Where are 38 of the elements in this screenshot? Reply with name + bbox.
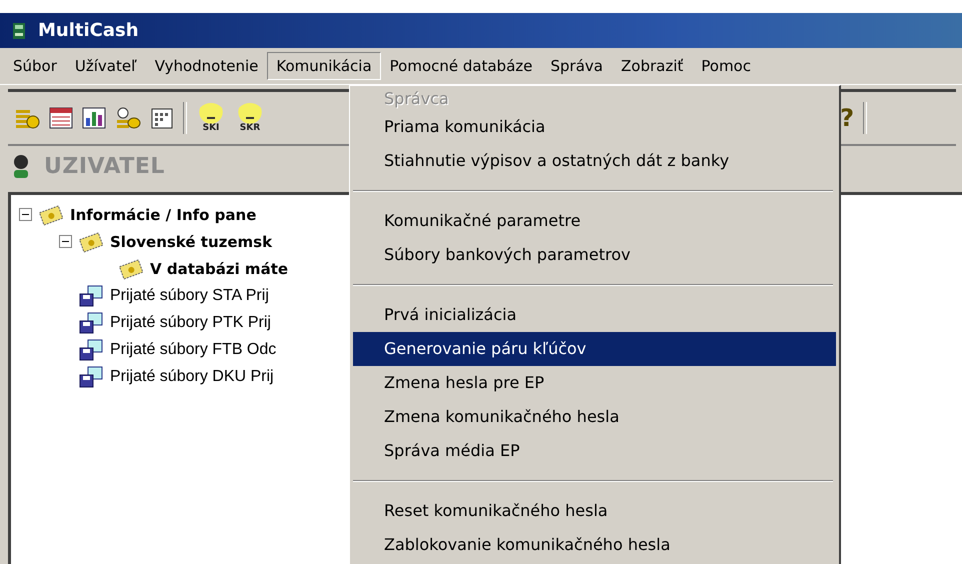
menu-option[interactable]: Zablokovanie komunikačného hesla <box>350 528 839 562</box>
user-name: UZIVATEL <box>44 154 165 178</box>
tree-item[interactable]: Prijaté súbory STA Prij <box>110 286 269 304</box>
menu-option[interactable]: Komunikačné parametre <box>350 204 839 238</box>
table-icon[interactable] <box>49 106 73 130</box>
menu-option[interactable]: Reset komunikačného hesla <box>350 494 839 528</box>
tree-item[interactable]: Prijaté súbory FTB Odc <box>110 340 276 358</box>
tree-item[interactable]: Prijaté súbory PTK Prij <box>110 314 271 332</box>
menu-option[interactable]: Súbory bankových parametrov <box>350 238 839 272</box>
menu-item[interactable]: Komunikácia <box>267 52 381 80</box>
menu-item[interactable]: Vyhodnotenie <box>146 52 268 80</box>
tree-item[interactable]: Prijaté súbory DKU Prij <box>110 368 274 386</box>
app-icon <box>12 22 26 40</box>
toolbar-button[interactable]: SKR <box>235 103 265 133</box>
menu-option[interactable]: Zmena komunikačného hesla <box>350 400 839 434</box>
tree-item[interactable]: Slovenské tuzemsk <box>110 232 272 250</box>
menu-item[interactable]: Zobraziť <box>612 52 692 80</box>
menu-option[interactable]: Zmena hesla pre EP <box>350 366 839 400</box>
menu-item[interactable]: Pomoc <box>692 52 760 80</box>
menu-option[interactable]: Stiahnutie výpisov a ostatných dát z banky <box>350 144 839 178</box>
bar-chart-icon[interactable] <box>82 106 106 130</box>
collapse-toggle[interactable] <box>59 235 72 248</box>
menu-option[interactable]: Generovanie páru kľúčov <box>353 332 836 366</box>
menu-item[interactable]: Užívateľ <box>66 52 146 80</box>
menu-item[interactable]: Súbor <box>4 52 66 80</box>
help-icon[interactable]: ? <box>840 104 854 132</box>
menu-item[interactable]: Správa <box>542 52 612 80</box>
toolbar-button[interactable]: SKI <box>196 103 226 133</box>
menu-option[interactable]: Správa média EP <box>350 434 839 468</box>
clock-coins-icon[interactable] <box>115 106 141 130</box>
tree-item[interactable]: Informácie / Info pane <box>70 206 256 224</box>
menu-item[interactable]: Pomocné databáze <box>380 52 542 80</box>
tree-item[interactable]: V databázi máte <box>150 260 288 278</box>
menu-option[interactable]: Priama komunikácia <box>350 110 839 144</box>
menu-option[interactable]: Prvá inicializácia <box>350 298 839 332</box>
calendar-icon[interactable] <box>150 106 174 130</box>
collapse-toggle[interactable] <box>19 208 32 221</box>
window-title: MultiCash <box>38 20 139 41</box>
